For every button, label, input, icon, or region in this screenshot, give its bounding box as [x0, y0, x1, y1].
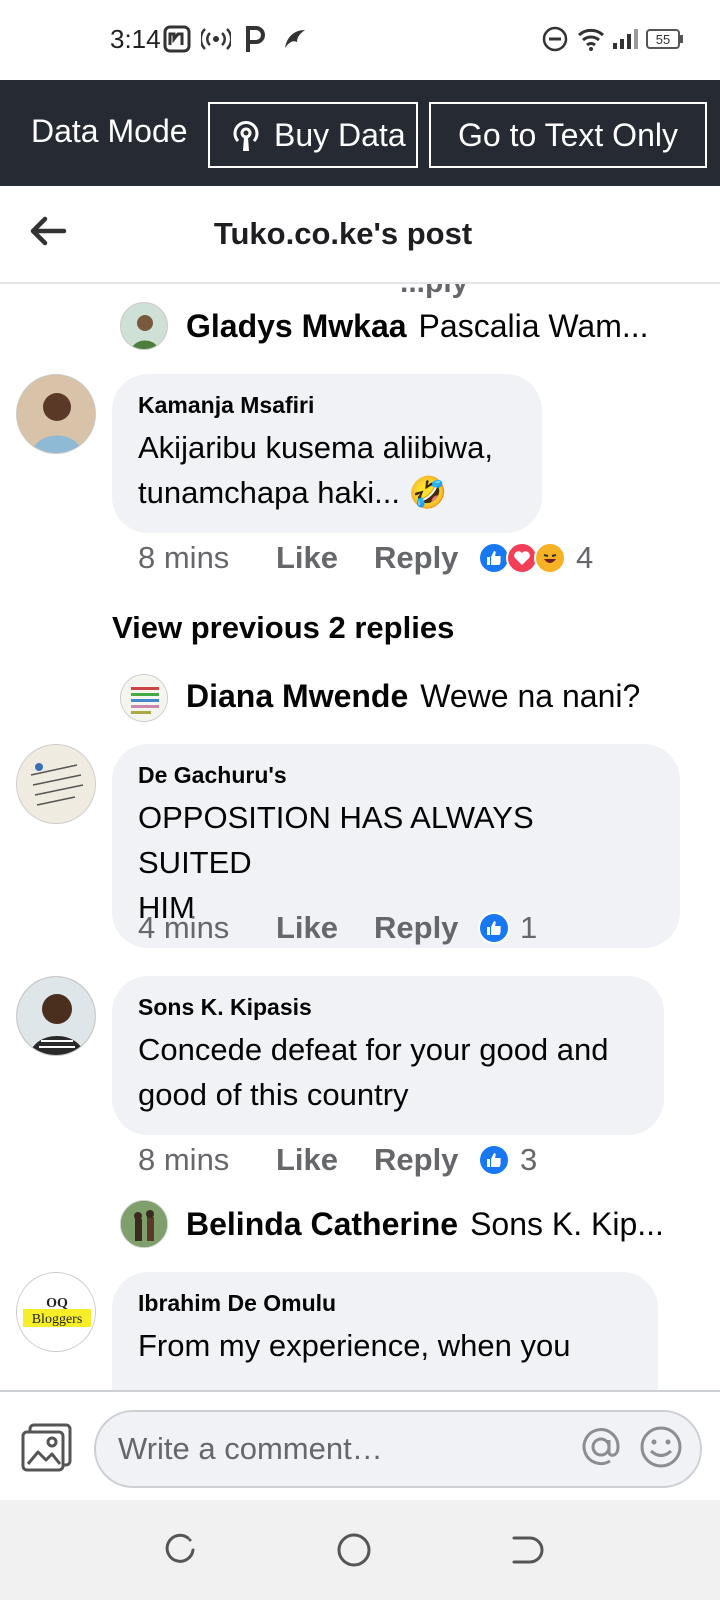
comment-bubble-kamanja[interactable]: Kamanja Msafiri Akijaribu kusema aliibiw…	[112, 374, 542, 533]
comment-text-line: Akijaribu kusema aliibiwa,	[138, 430, 493, 465]
comment-author[interactable]: Kamanja Msafiri	[138, 392, 516, 419]
mention-icon[interactable]	[578, 1424, 624, 1470]
data-mode-bar: Data Mode Buy Data Go to Text Only	[0, 80, 720, 186]
home-icon[interactable]	[336, 1532, 376, 1572]
comment-author[interactable]: Ibrahim De Omulu	[138, 1290, 632, 1317]
parking-app-icon	[244, 22, 266, 56]
reply-snippet: Sons K. Kip...	[470, 1206, 664, 1242]
post-header: Tuko.co.ke's post	[0, 186, 720, 284]
reactions-summary[interactable]: 4	[478, 540, 593, 576]
page-title: Tuko.co.ke's post	[213, 216, 473, 251]
emoji-icon[interactable]	[638, 1424, 684, 1470]
recent-apps-icon[interactable]	[162, 1532, 202, 1572]
comment-text-line: good of this country	[138, 1077, 409, 1112]
battery-level: 55	[656, 32, 670, 47]
avatar[interactable]	[16, 374, 96, 454]
comment-time: 4 mins	[138, 910, 230, 945]
reply-preview-gladys[interactable]: Gladys Mwkaa Pascalia Wam...	[186, 308, 649, 345]
battery-icon: 55	[646, 22, 684, 56]
reply-snippet: Wewe na nani?	[420, 678, 641, 714]
comments-list[interactable]: ...ply Gladys Mwkaa Pascalia Wam... Kaman…	[0, 284, 720, 1390]
avatar[interactable]	[120, 674, 168, 722]
avatar[interactable]	[120, 302, 168, 350]
view-previous-replies-link[interactable]: View previous 2 replies	[112, 610, 454, 646]
reactions-summary[interactable]: 3	[478, 1142, 537, 1178]
reply-author: Gladys Mwkaa	[186, 308, 407, 344]
comment-author[interactable]: De Gachuru's	[138, 762, 654, 789]
comment-text-line: From my experience, when you	[138, 1328, 571, 1363]
comment-actions: 8 mins Like Reply 3	[138, 1142, 537, 1178]
status-bar: 3:14 55	[0, 0, 720, 80]
do-not-disturb-icon	[540, 22, 570, 56]
avatar[interactable]	[16, 976, 96, 1056]
like-reaction-icon	[478, 912, 510, 944]
reply-button[interactable]: Reply	[374, 540, 478, 576]
avatar-logo-text: OQ	[46, 1296, 68, 1311]
haha-reaction-icon	[534, 542, 566, 574]
hotspot-icon	[200, 22, 232, 56]
system-nav-bar	[0, 1500, 720, 1600]
reply-author: Diana Mwende	[186, 678, 409, 714]
podcast-icon	[228, 117, 264, 153]
reaction-count: 4	[576, 540, 594, 575]
buy-data-label: Buy Data	[274, 116, 406, 153]
like-button[interactable]: Like	[276, 910, 374, 946]
status-time: 3:14	[110, 24, 161, 54]
comment-actions: 4 mins Like Reply 1	[138, 910, 537, 946]
avatar[interactable]	[120, 1200, 168, 1248]
reply-preview-belinda[interactable]: Belinda Catherine Sons K. Kip...	[186, 1206, 664, 1243]
like-button[interactable]: Like	[276, 540, 374, 576]
reply-author: Belinda Catherine	[186, 1206, 459, 1242]
reply-preview-diana[interactable]: Diana Mwende Wewe na nani?	[186, 678, 640, 715]
signal-icon	[610, 22, 640, 56]
go-to-text-only-button[interactable]: Go to Text Only	[429, 102, 707, 168]
clipped-reply-text: ...ply	[400, 284, 468, 300]
comment-bubble-ibrahim[interactable]: Ibrahim De Omulu From my experience, whe…	[112, 1272, 658, 1390]
back-icon[interactable]	[508, 1532, 548, 1572]
wifi-icon	[576, 22, 606, 56]
reaction-count: 1	[520, 910, 538, 945]
avatar[interactable]	[16, 744, 96, 824]
comment-composer	[0, 1390, 720, 1500]
comment-text-line: OPPOSITION HAS ALWAYS SUITED	[138, 800, 534, 880]
photo-icon[interactable]	[20, 1422, 74, 1472]
text-only-label: Go to Text Only	[458, 116, 678, 153]
reply-button[interactable]: Reply	[374, 910, 478, 946]
reactions-summary[interactable]: 1	[478, 910, 537, 946]
comment-actions: 8 mins Like Reply 4	[138, 540, 593, 576]
comment-text-line: Concede defeat for your good and	[138, 1032, 609, 1067]
data-mode-label: Data Mode	[31, 113, 188, 149]
gallery-notification-icon	[162, 22, 192, 56]
like-reaction-icon	[478, 1144, 510, 1176]
buy-data-button[interactable]: Buy Data	[208, 102, 418, 168]
avatar-logo-text: Bloggers	[32, 1312, 83, 1327]
like-button[interactable]: Like	[276, 1142, 374, 1178]
comment-time: 8 mins	[138, 540, 230, 575]
bird-app-icon	[280, 22, 308, 56]
comment-bubble-sons[interactable]: Sons K. Kipasis Concede defeat for your …	[112, 976, 664, 1135]
reply-snippet: Pascalia Wam...	[418, 308, 649, 344]
comment-author[interactable]: Sons K. Kipasis	[138, 994, 638, 1021]
avatar[interactable]: OQ Bloggers	[16, 1272, 96, 1352]
comment-time: 8 mins	[138, 1142, 230, 1177]
reply-button[interactable]: Reply	[374, 1142, 478, 1178]
reaction-count: 3	[520, 1142, 538, 1177]
comment-text-line: tunamchapa haki... 🤣	[138, 475, 448, 510]
